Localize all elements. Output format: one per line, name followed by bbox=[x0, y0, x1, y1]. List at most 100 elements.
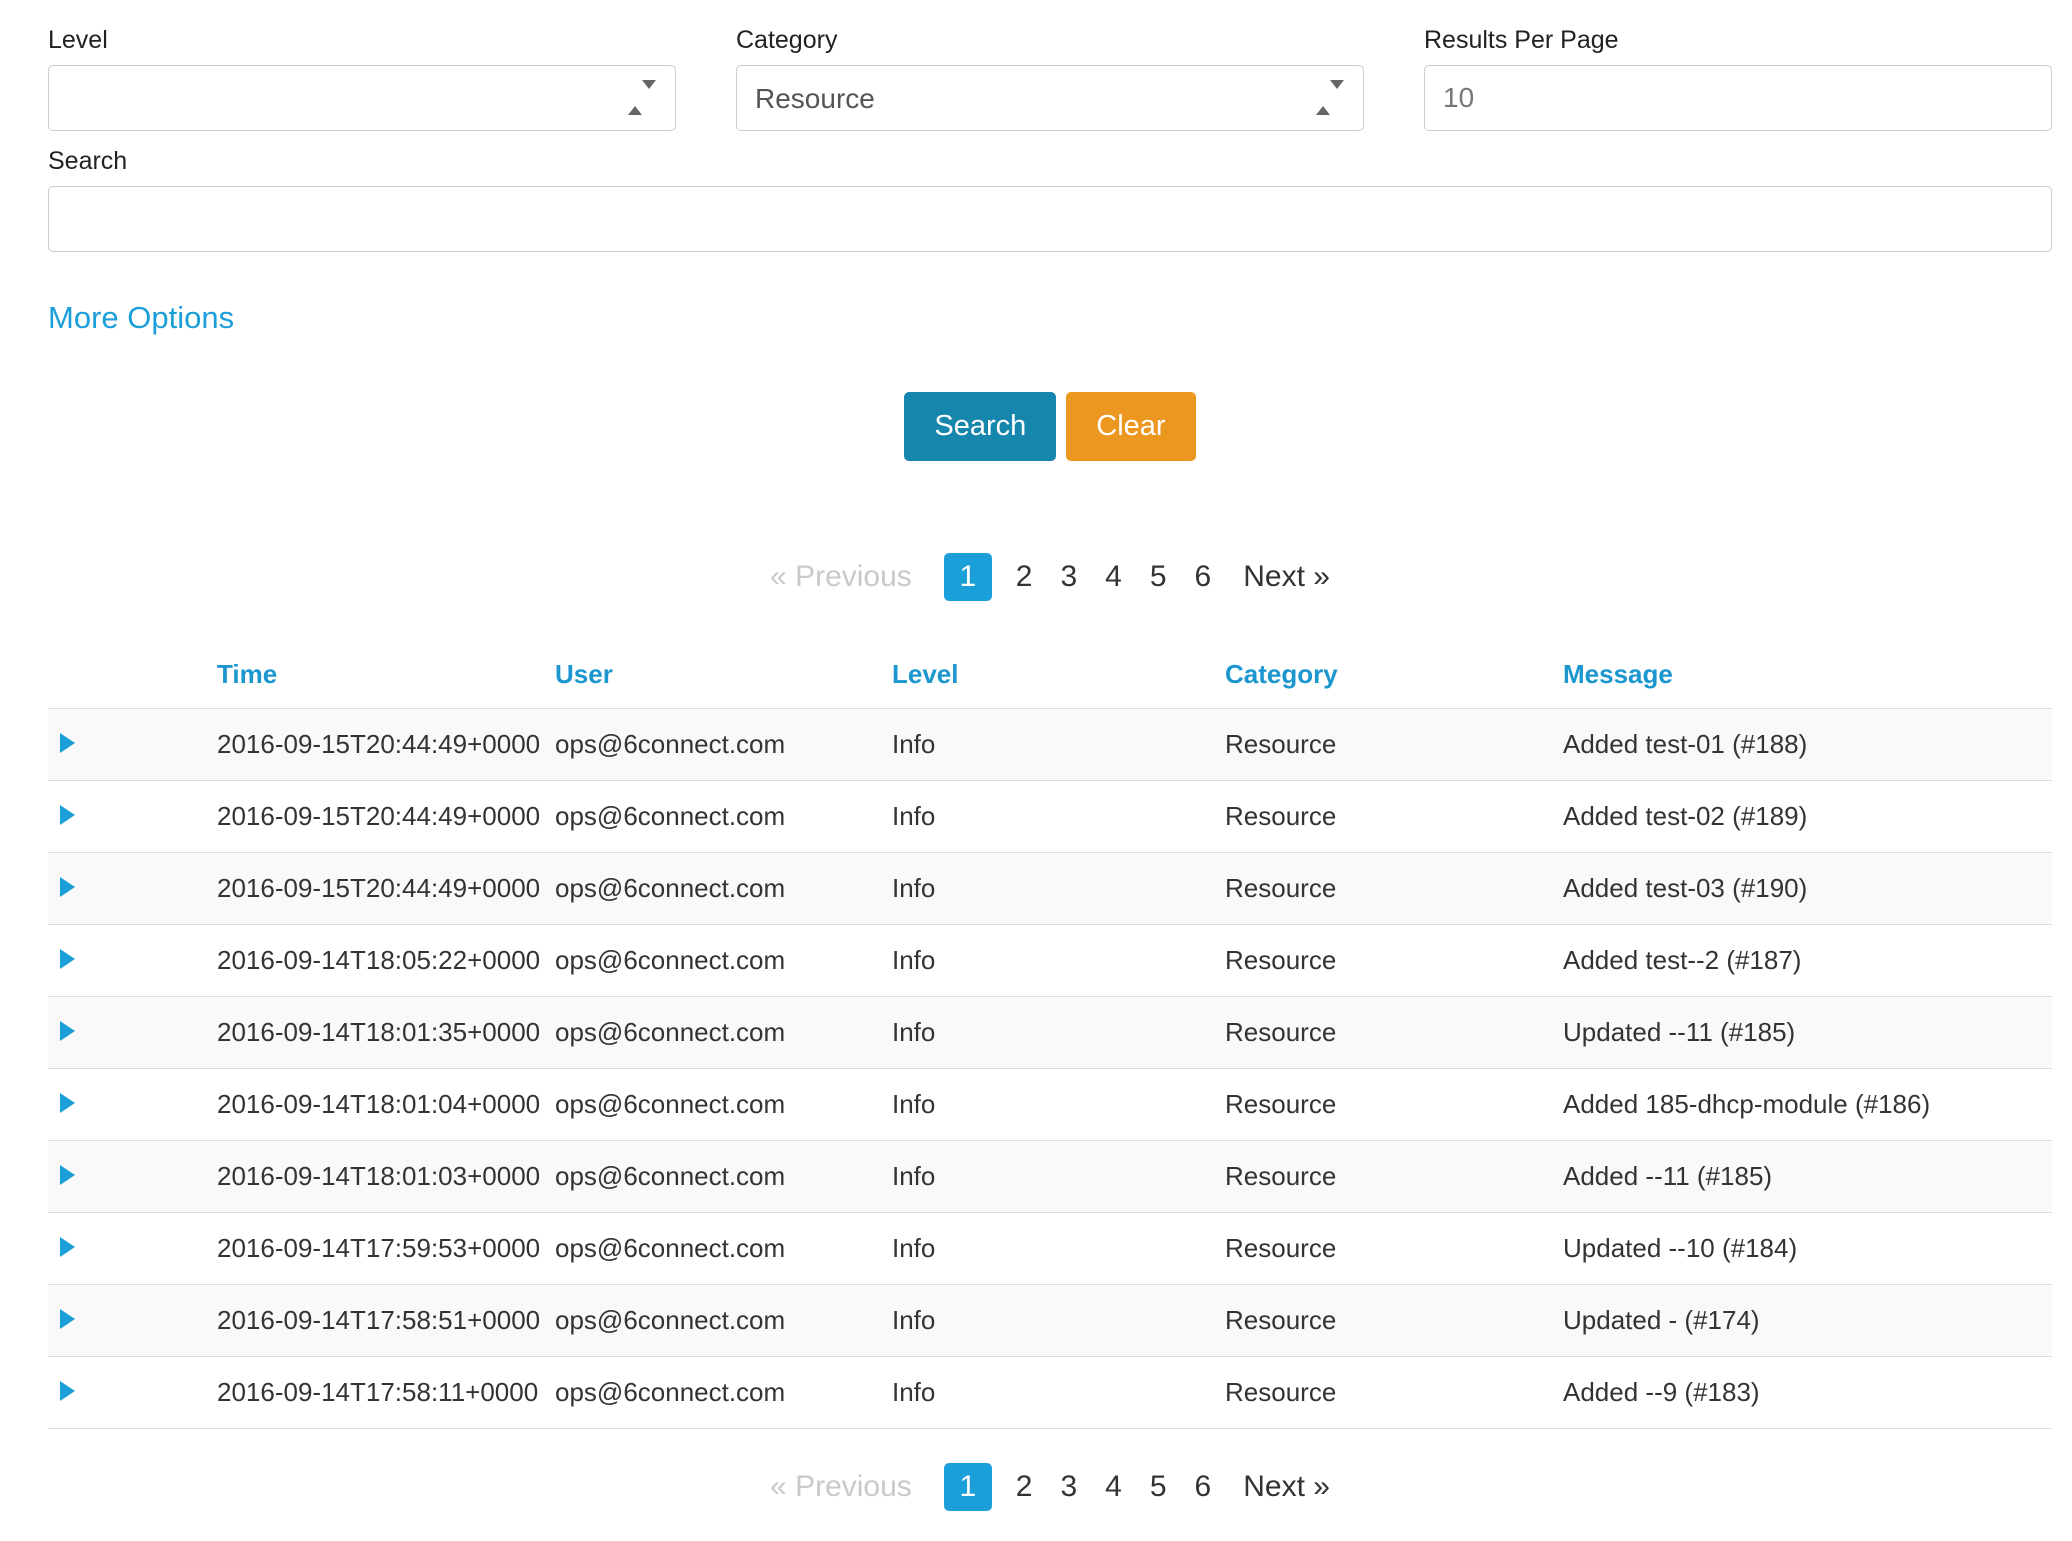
row-expander-cell[interactable] bbox=[48, 1069, 213, 1141]
cell-level: Info bbox=[888, 1141, 1221, 1213]
column-header-user: User bbox=[551, 637, 888, 709]
cell-category: Resource bbox=[1221, 1285, 1559, 1357]
cell-user: ops@6connect.com bbox=[551, 1213, 888, 1285]
row-expander-cell[interactable] bbox=[48, 1285, 213, 1357]
search-label: Search bbox=[48, 147, 2052, 176]
expand-row-icon[interactable] bbox=[60, 733, 75, 753]
cell-time: 2016-09-14T18:01:03+0000 bbox=[213, 1141, 551, 1213]
filter-row: Level Category Resource Results Per Page bbox=[48, 26, 2052, 131]
more-options-link[interactable]: More Options bbox=[48, 300, 234, 336]
cell-time: 2016-09-15T20:44:49+0000 bbox=[213, 853, 551, 925]
row-expander-cell[interactable] bbox=[48, 1357, 213, 1429]
pagination-page[interactable]: 3 bbox=[1060, 560, 1077, 593]
cell-time: 2016-09-14T17:59:53+0000 bbox=[213, 1213, 551, 1285]
cell-category: Resource bbox=[1221, 925, 1559, 997]
cell-message: Added test-02 (#189) bbox=[1559, 781, 2052, 853]
table-row: 2016-09-14T17:59:53+0000ops@6connect.com… bbox=[48, 1213, 2052, 1285]
cell-message: Updated - (#174) bbox=[1559, 1285, 2052, 1357]
row-expander-cell[interactable] bbox=[48, 709, 213, 781]
expand-row-icon[interactable] bbox=[60, 1093, 75, 1113]
log-table-header: Time User Level Category Message bbox=[48, 637, 2052, 709]
cell-category: Resource bbox=[1221, 781, 1559, 853]
table-row: 2016-09-15T20:44:49+0000ops@6connect.com… bbox=[48, 853, 2052, 925]
row-expander-cell[interactable] bbox=[48, 1213, 213, 1285]
action-buttons: Search Clear bbox=[48, 392, 2052, 461]
cell-user: ops@6connect.com bbox=[551, 781, 888, 853]
pagination-page[interactable]: 3 bbox=[1060, 1470, 1077, 1503]
pagination-page[interactable]: 2 bbox=[1016, 1470, 1033, 1503]
search-input[interactable] bbox=[48, 186, 2052, 252]
cell-user: ops@6connect.com bbox=[551, 1357, 888, 1429]
pagination-page[interactable]: 2 bbox=[1016, 560, 1033, 593]
expand-row-icon[interactable] bbox=[60, 1309, 75, 1329]
cell-level: Info bbox=[888, 781, 1221, 853]
pagination-page[interactable]: 4 bbox=[1105, 560, 1122, 593]
expand-row-icon[interactable] bbox=[60, 1165, 75, 1185]
pagination-page[interactable]: 4 bbox=[1105, 1470, 1122, 1503]
category-select[interactable]: Resource bbox=[736, 65, 1364, 131]
table-row: 2016-09-14T18:01:35+0000ops@6connect.com… bbox=[48, 997, 2052, 1069]
row-expander-cell[interactable] bbox=[48, 781, 213, 853]
table-row: 2016-09-14T17:58:51+0000ops@6connect.com… bbox=[48, 1285, 2052, 1357]
cell-user: ops@6connect.com bbox=[551, 853, 888, 925]
cell-level: Info bbox=[888, 925, 1221, 997]
table-row: 2016-09-15T20:44:49+0000ops@6connect.com… bbox=[48, 781, 2052, 853]
pagination-next[interactable]: Next » bbox=[1243, 1470, 1330, 1503]
row-expander-cell[interactable] bbox=[48, 1141, 213, 1213]
cell-user: ops@6connect.com bbox=[551, 1069, 888, 1141]
level-filter: Level bbox=[48, 26, 676, 131]
cell-category: Resource bbox=[1221, 709, 1559, 781]
pagination-page-active[interactable]: 1 bbox=[944, 553, 992, 601]
pagination-page[interactable]: 5 bbox=[1150, 560, 1167, 593]
category-filter: Category Resource bbox=[736, 26, 1364, 131]
pagination-next[interactable]: Next » bbox=[1243, 560, 1330, 593]
search-button[interactable]: Search bbox=[904, 392, 1056, 461]
cell-time: 2016-09-14T17:58:11+0000 bbox=[213, 1357, 551, 1429]
results-per-page-label: Results Per Page bbox=[1424, 26, 2052, 55]
cell-level: Info bbox=[888, 853, 1221, 925]
results-per-page-filter: Results Per Page bbox=[1424, 26, 2052, 131]
log-viewer-page: Level Category Resource Results Per Page… bbox=[0, 0, 2072, 1541]
cell-time: 2016-09-14T17:58:51+0000 bbox=[213, 1285, 551, 1357]
row-expander-cell[interactable] bbox=[48, 925, 213, 997]
level-label: Level bbox=[48, 26, 676, 55]
cell-level: Info bbox=[888, 1213, 1221, 1285]
pagination-page[interactable]: 6 bbox=[1195, 1470, 1212, 1503]
expand-row-icon[interactable] bbox=[60, 1021, 75, 1041]
cell-category: Resource bbox=[1221, 997, 1559, 1069]
pagination-page[interactable]: 6 bbox=[1195, 560, 1212, 593]
level-select[interactable] bbox=[48, 65, 676, 131]
column-header-category: Category bbox=[1221, 637, 1559, 709]
clear-button[interactable]: Clear bbox=[1066, 392, 1195, 461]
cell-time: 2016-09-15T20:44:49+0000 bbox=[213, 781, 551, 853]
cell-time: 2016-09-14T18:01:04+0000 bbox=[213, 1069, 551, 1141]
column-header-message: Message bbox=[1559, 637, 2052, 709]
expand-row-icon[interactable] bbox=[60, 1381, 75, 1401]
cell-category: Resource bbox=[1221, 1213, 1559, 1285]
table-row: 2016-09-14T18:01:03+0000ops@6connect.com… bbox=[48, 1141, 2052, 1213]
row-expander-cell[interactable] bbox=[48, 997, 213, 1069]
cell-category: Resource bbox=[1221, 853, 1559, 925]
cell-time: 2016-09-14T18:01:35+0000 bbox=[213, 997, 551, 1069]
cell-user: ops@6connect.com bbox=[551, 1285, 888, 1357]
cell-category: Resource bbox=[1221, 1357, 1559, 1429]
log-table-body: 2016-09-15T20:44:49+0000ops@6connect.com… bbox=[48, 709, 2052, 1429]
cell-user: ops@6connect.com bbox=[551, 709, 888, 781]
cell-message: Updated --11 (#185) bbox=[1559, 997, 2052, 1069]
expand-row-icon[interactable] bbox=[60, 805, 75, 825]
pagination-top: « Previous 123456 Next » bbox=[48, 553, 2052, 601]
cell-message: Added 185-dhcp-module (#186) bbox=[1559, 1069, 2052, 1141]
results-per-page-input[interactable] bbox=[1424, 65, 2052, 131]
pagination-previous: « Previous bbox=[770, 560, 912, 593]
table-row: 2016-09-14T18:01:04+0000ops@6connect.com… bbox=[48, 1069, 2052, 1141]
pagination-page[interactable]: 5 bbox=[1150, 1470, 1167, 1503]
row-expander-cell[interactable] bbox=[48, 853, 213, 925]
expand-row-icon[interactable] bbox=[60, 1237, 75, 1257]
column-header-time: Time bbox=[213, 637, 551, 709]
cell-level: Info bbox=[888, 997, 1221, 1069]
pagination-page-active[interactable]: 1 bbox=[944, 1463, 992, 1511]
expand-row-icon[interactable] bbox=[60, 877, 75, 897]
expand-row-icon[interactable] bbox=[60, 949, 75, 969]
cell-level: Info bbox=[888, 709, 1221, 781]
table-row: 2016-09-14T17:58:11+0000ops@6connect.com… bbox=[48, 1357, 2052, 1429]
